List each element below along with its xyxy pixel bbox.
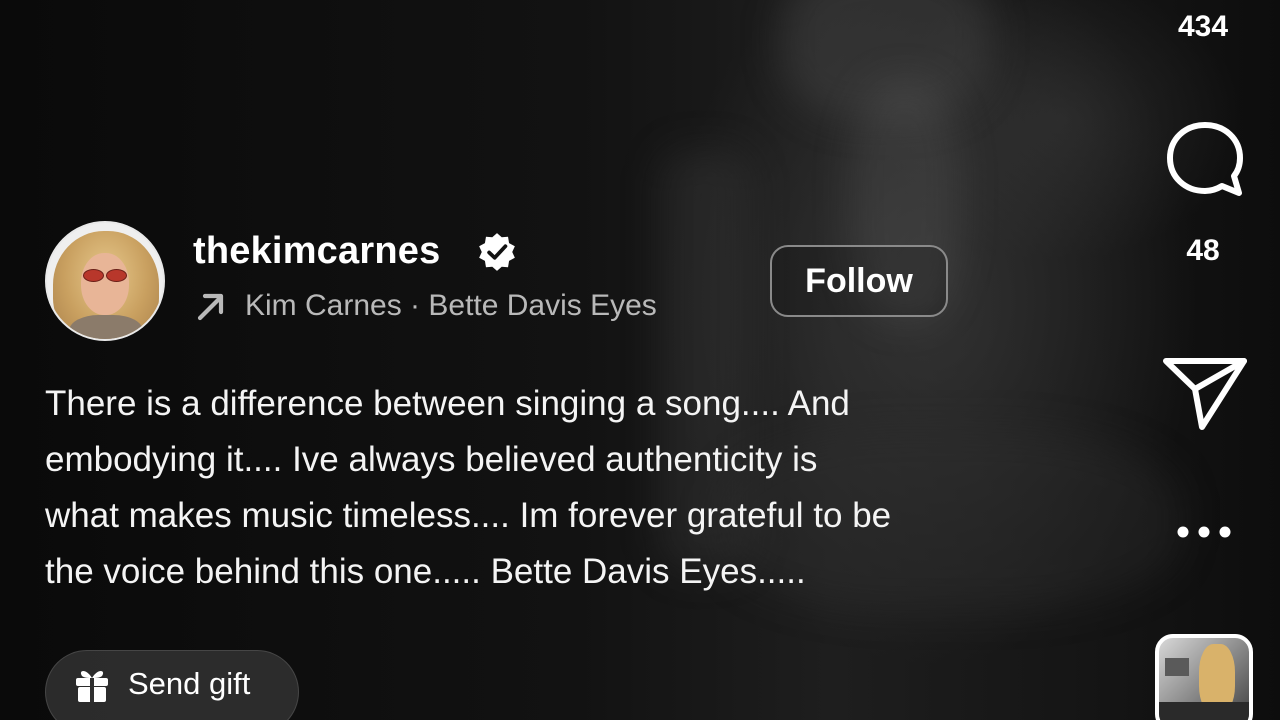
avatar-face [81, 253, 129, 315]
audio-attribution[interactable]: Kim Carnes · Bette Davis Eyes [193, 286, 657, 326]
username[interactable]: thekimcarnes [193, 229, 440, 273]
caption-line: embodying it.... Ive always believed aut… [45, 440, 818, 479]
gift-icon [76, 671, 108, 702]
verified-badge-icon [479, 233, 515, 271]
reel-viewer: thekimcarnes Kim Carnes · Bette Davis Ey… [0, 0, 1280, 720]
caption-line: what makes music timeless.... Im forever… [45, 496, 892, 535]
like-count: 434 [1177, 10, 1229, 43]
more-dots-icon[interactable] [1174, 522, 1234, 542]
comment-bubble-icon[interactable] [1164, 120, 1246, 200]
caption-line: There is a difference between singing a … [45, 384, 850, 423]
profile-avatar[interactable] [45, 221, 165, 341]
send-gift-label: Send gift [128, 666, 251, 701]
avatar-shirt [69, 315, 143, 339]
avatar-glasses [83, 269, 127, 282]
comment-count: 48 [1186, 234, 1220, 267]
paper-plane-icon[interactable] [1162, 356, 1248, 432]
post-caption[interactable]: There is a difference between singing a … [45, 376, 1125, 600]
arrow-up-right-icon [197, 293, 224, 321]
follow-button[interactable]: Follow [770, 245, 948, 317]
audio-label: Kim Carnes · Bette Davis Eyes [245, 289, 657, 322]
audio-thumbnail[interactable] [1155, 634, 1253, 720]
send-gift-button[interactable]: Send gift [45, 650, 299, 720]
caption-line: the voice behind this one..... Bette Dav… [45, 552, 806, 591]
